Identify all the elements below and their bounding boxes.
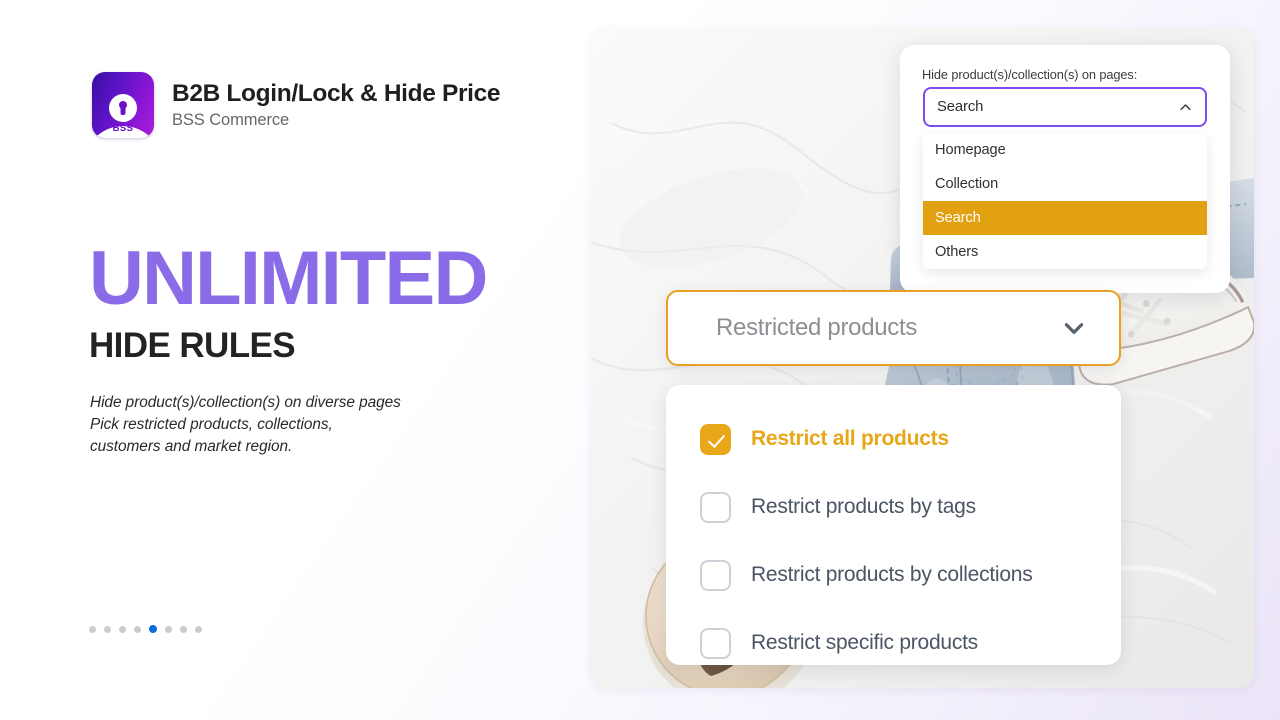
feature-description: Hide product(s)/collection(s) on diverse… (90, 392, 401, 458)
rule-label: Restrict products by collections (751, 563, 1033, 586)
hide-pages-option-list[interactable]: Homepage Collection Search Others (923, 133, 1207, 269)
carousel-dot-8[interactable] (195, 625, 202, 633)
rule-row[interactable]: Restrict all products (666, 405, 1121, 473)
rule-label: Restrict specific products (751, 631, 978, 654)
restricted-products-select[interactable]: Restricted products (666, 290, 1121, 366)
hide-pages-option-label: Search (935, 210, 981, 226)
checkbox-unchecked-icon[interactable] (700, 491, 731, 523)
hide-pages-select[interactable]: Search (923, 87, 1207, 127)
carousel-dot-4[interactable] (134, 625, 141, 633)
left-panel: BSS B2B Login/Lock & Hide Price BSS Comm… (0, 0, 591, 720)
checkbox-unchecked-icon[interactable] (700, 559, 731, 591)
rule-row[interactable]: Restrict products by tags (666, 473, 1121, 541)
carousel-dot-2[interactable] (104, 625, 111, 633)
rule-label: Restrict all products (751, 427, 949, 450)
brand-text: B2B Login/Lock & Hide Price BSS Commerce (172, 79, 501, 130)
carousel-dot-6[interactable] (165, 625, 172, 633)
chevron-up-icon[interactable] (1178, 100, 1193, 115)
hide-pages-option-homepage[interactable]: Homepage (923, 133, 1207, 167)
hide-pages-option-search[interactable]: Search (923, 201, 1207, 235)
restricted-products-value: Restricted products (716, 314, 918, 341)
app-vendor: BSS Commerce (172, 111, 290, 130)
checkbox-checked-icon[interactable] (700, 423, 731, 455)
headline-primary: UNLIMITED (89, 236, 488, 321)
carousel-dot-7[interactable] (180, 625, 187, 633)
chevron-down-icon[interactable] (1061, 315, 1087, 341)
feature-line-1: Hide product(s)/collection(s) on diverse… (90, 394, 401, 411)
feature-line-2: Pick restricted products, collections, (90, 415, 333, 433)
logo-wordmark: BSS (112, 123, 134, 134)
hide-pages-option-label: Homepage (935, 142, 1006, 158)
feature-line-3: customers and market region. (90, 437, 293, 455)
hide-pages-option-label: Collection (935, 176, 999, 192)
checkbox-unchecked-icon[interactable] (700, 627, 731, 659)
hide-pages-select-value: Search (937, 99, 984, 115)
page-background: BSS B2B Login/Lock & Hide Price BSS Comm… (0, 0, 1280, 720)
hide-pages-label: Hide product(s)/collection(s) on pages: (922, 67, 1138, 82)
rule-label: Restrict products by tags (751, 495, 976, 518)
app-logo: BSS (92, 72, 154, 138)
carousel-pagination[interactable] (89, 625, 202, 633)
restriction-rules-card: Restrict all products Restrict products b… (666, 385, 1121, 665)
rule-row[interactable]: Restrict specific products (666, 609, 1121, 677)
keyhole-shape (119, 101, 127, 109)
app-title: B2B Login/Lock & Hide Price (172, 79, 501, 107)
hide-pages-option-collection[interactable]: Collection (923, 167, 1207, 201)
hide-pages-option-label: Others (935, 244, 979, 260)
headline-block: UNLIMITED HIDE RULES (89, 236, 488, 366)
headline-secondary: HIDE RULES (89, 325, 296, 365)
hide-pages-option-others[interactable]: Others (923, 235, 1207, 269)
carousel-dot-1[interactable] (89, 625, 96, 633)
brand-header: BSS B2B Login/Lock & Hide Price BSS Comm… (92, 72, 501, 138)
rule-row[interactable]: Restrict products by collections (666, 541, 1121, 609)
hide-pages-card: Hide product(s)/collection(s) on pages: … (900, 45, 1230, 293)
carousel-dot-3[interactable] (119, 625, 126, 633)
carousel-dot-5[interactable] (149, 625, 157, 633)
